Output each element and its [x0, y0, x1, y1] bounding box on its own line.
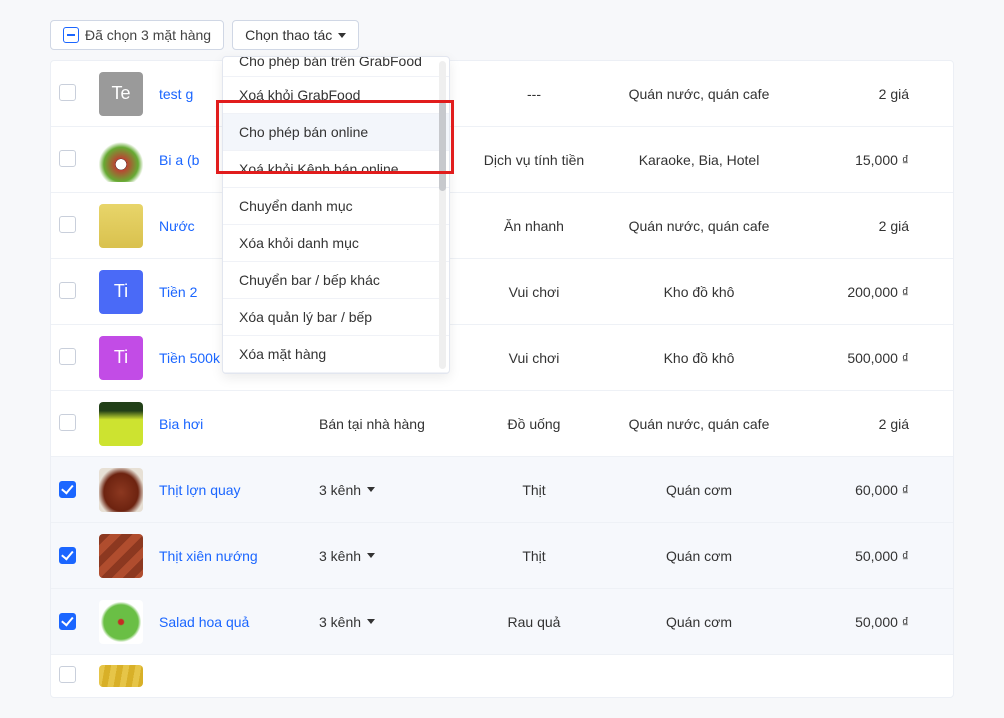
- item-name-link[interactable]: Tiền 500k: [159, 350, 220, 366]
- row-checkbox[interactable]: [59, 282, 76, 299]
- category-cell: Thịt: [469, 548, 599, 564]
- item-name-link[interactable]: Thịt xiên nướng: [159, 548, 258, 564]
- price-cell: 15,000 ₫: [799, 152, 919, 168]
- price-cell: 60,000 ₫: [799, 482, 919, 498]
- item-thumbnail: [99, 138, 143, 182]
- dropdown-item[interactable]: Xóa quản lý bar / bếp: [223, 299, 449, 336]
- item-thumbnail: Te: [99, 72, 143, 116]
- dropdown-item[interactable]: Xóa mặt hàng: [223, 336, 449, 373]
- price-cell: 50,000 ₫: [799, 614, 919, 630]
- price-cell: 2 giá: [799, 416, 919, 432]
- group-cell: Quán nước, quán cafe: [599, 218, 799, 234]
- item-name-link[interactable]: Nước: [159, 218, 195, 234]
- actions-dropdown-label: Chọn thao tác: [245, 27, 332, 43]
- dropdown-item[interactable]: Chuyển danh mục: [223, 188, 449, 225]
- table-row: Salad hoa quả 3 kênh Rau quảQuán cơm50,000…: [51, 589, 953, 655]
- group-cell: Quán nước, quán cafe: [599, 86, 799, 102]
- price-cell: 2 giá: [799, 218, 919, 234]
- group-cell: Kho đồ khô: [599, 284, 799, 300]
- group-cell: Quán nước, quán cafe: [599, 416, 799, 432]
- item-thumbnail: [99, 600, 143, 644]
- item-thumbnail: Ti: [99, 336, 143, 380]
- price-cell: 50,000 ₫: [799, 548, 919, 564]
- dropdown-item[interactable]: Chuyển bar / bếp khác: [223, 262, 449, 299]
- category-cell: Dịch vụ tính tiền: [469, 152, 599, 168]
- table-row: Bi a (bà hàngDịch vụ tính tiềnKaraoke, B…: [51, 127, 953, 193]
- table-row: Bia hơi Bán tại nhà hàng Đồ uốngQuán nước,…: [51, 391, 953, 457]
- table-row: Thịt lợn quay 3 kênh ThịtQuán cơm60,000 ₫: [51, 457, 953, 523]
- actions-dropdown-menu: Cho phép bán trên GrabFood Xoá khỏi Grab…: [222, 56, 450, 374]
- channel-text[interactable]: 3 kênh: [319, 548, 361, 564]
- item-thumbnail: [99, 534, 143, 578]
- row-checkbox[interactable]: [59, 414, 76, 431]
- category-cell: Đồ uống: [469, 416, 599, 432]
- row-checkbox[interactable]: [59, 84, 76, 101]
- item-thumbnail: [99, 665, 143, 687]
- item-name-link[interactable]: test g: [159, 86, 193, 102]
- item-thumbnail: [99, 402, 143, 446]
- table-row: Nướcà hàngĂn nhanhQuán nước, quán cafe2 …: [51, 193, 953, 259]
- item-thumbnail: Ti: [99, 270, 143, 314]
- item-name-link[interactable]: Bia hơi: [159, 416, 203, 432]
- channel-text[interactable]: 3 kênh: [319, 614, 361, 630]
- table-row: Thịt xiên nướng 3 kênh ThịtQuán cơm50,000 …: [51, 523, 953, 589]
- row-checkbox[interactable]: [59, 348, 76, 365]
- group-cell: Quán cơm: [599, 548, 799, 564]
- category-cell: ---: [469, 86, 599, 102]
- items-table: Tetest g---Quán nước, quán cafe2 giáBi a…: [50, 60, 954, 698]
- caret-down-icon: [367, 553, 375, 558]
- price-cell: 2 giá: [799, 86, 919, 102]
- dropdown-item[interactable]: Xoá khỏi GrabFood: [223, 77, 449, 114]
- table-row: [51, 655, 953, 697]
- category-cell: Vui chơi: [469, 350, 599, 366]
- dropdown-item[interactable]: Xoá khỏi Kênh bán online: [223, 151, 449, 188]
- item-thumbnail: [99, 468, 143, 512]
- category-cell: Vui chơi: [469, 284, 599, 300]
- item-name-link[interactable]: Thịt lợn quay: [159, 482, 241, 498]
- category-cell: Ăn nhanh: [469, 218, 599, 234]
- category-cell: Rau quả: [469, 614, 599, 630]
- item-name-link[interactable]: Bi a (b: [159, 152, 199, 168]
- item-name-link[interactable]: Salad hoa quả: [159, 614, 249, 630]
- row-checkbox[interactable]: [59, 216, 76, 233]
- group-cell: Quán cơm: [599, 614, 799, 630]
- table-row: Ti Tiền 2 Vui chơiKho đồ khô200,000 ₫: [51, 259, 953, 325]
- row-checkbox[interactable]: [59, 150, 76, 167]
- minus-icon: [63, 27, 79, 43]
- caret-down-icon: [367, 487, 375, 492]
- toolbar: Đã chọn 3 mặt hàng Chọn thao tác Cho phé…: [50, 20, 954, 50]
- category-cell: Thịt: [469, 482, 599, 498]
- row-checkbox[interactable]: [59, 547, 76, 564]
- item-thumbnail: [99, 204, 143, 248]
- item-name-link[interactable]: Tiền 2: [159, 284, 197, 300]
- caret-down-icon: [367, 619, 375, 624]
- caret-down-icon: [338, 33, 346, 38]
- dropdown-item[interactable]: Cho phép bán online: [223, 114, 449, 151]
- channel-text: Bán tại nhà hàng: [319, 416, 425, 432]
- row-checkbox[interactable]: [59, 481, 76, 498]
- selected-count: Đã chọn 3 mặt hàng: [50, 20, 224, 50]
- row-checkbox[interactable]: [59, 666, 76, 683]
- price-cell: 200,000 ₫: [799, 284, 919, 300]
- actions-dropdown-button[interactable]: Chọn thao tác: [232, 20, 359, 50]
- dropdown-scrollbar[interactable]: [439, 61, 446, 369]
- group-cell: Karaoke, Bia, Hotel: [599, 152, 799, 168]
- group-cell: Kho đồ khô: [599, 350, 799, 366]
- table-row: Te test g ---Quán nước, quán cafe2 giá: [51, 61, 953, 127]
- selected-count-label: Đã chọn 3 mặt hàng: [85, 27, 211, 43]
- row-checkbox[interactable]: [59, 613, 76, 630]
- dropdown-item[interactable]: Cho phép bán trên GrabFood: [223, 57, 449, 77]
- group-cell: Quán cơm: [599, 482, 799, 498]
- dropdown-item[interactable]: Xóa khỏi danh mục: [223, 225, 449, 262]
- table-row: TiTiền 500kBán tại nhà hàngVui chơiKho đ…: [51, 325, 953, 391]
- price-cell: 500,000 ₫: [799, 350, 919, 366]
- channel-text[interactable]: 3 kênh: [319, 482, 361, 498]
